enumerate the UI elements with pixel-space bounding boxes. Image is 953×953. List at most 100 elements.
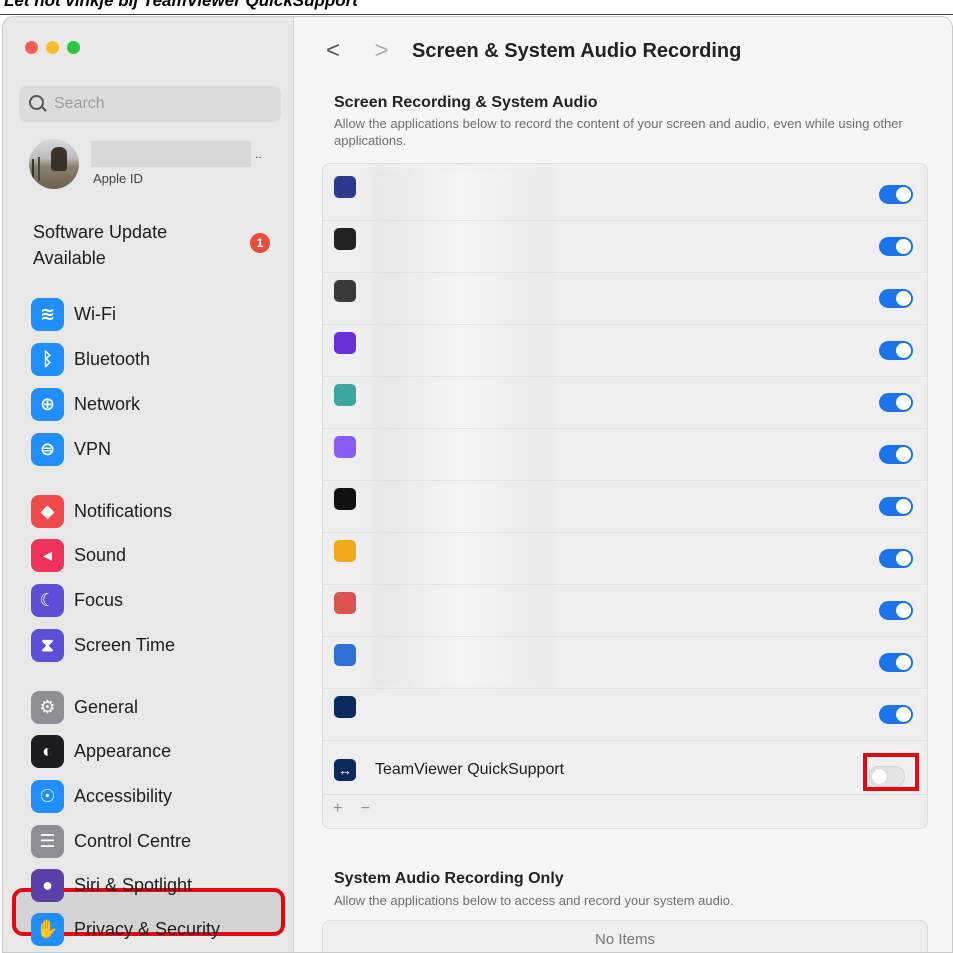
sidebar-item-label: VPN bbox=[74, 438, 112, 459]
apple-id-label: Apple ID bbox=[93, 171, 143, 186]
section-description-audio: Allow the applications below to access a… bbox=[334, 893, 734, 908]
add-button[interactable]: + bbox=[333, 800, 342, 817]
speaker-icon: ◂ bbox=[31, 538, 64, 572]
sidebar-item[interactable]: ☰ Control Centre bbox=[31, 824, 192, 858]
teamviewer-label: TeamViewer QuickSupport bbox=[375, 761, 565, 778]
app-row bbox=[323, 532, 927, 585]
redacted-account-name bbox=[91, 141, 251, 167]
app-icon-9 bbox=[334, 592, 356, 614]
sidebar-item[interactable]: ☉ Accessibility bbox=[31, 779, 173, 813]
permission-toggle[interactable] bbox=[879, 393, 913, 412]
app-icon-6 bbox=[334, 436, 356, 458]
siri-icon: ● bbox=[31, 868, 64, 902]
permission-toggle[interactable] bbox=[879, 653, 913, 672]
sidebar-item-label: Bluetooth bbox=[74, 348, 151, 369]
teamviewer-icon: ↔ bbox=[334, 759, 356, 781]
zoom-window-button[interactable] bbox=[67, 41, 80, 54]
app-icon-5 bbox=[334, 384, 356, 406]
window-controls bbox=[25, 41, 80, 54]
sidebar-item-label: Network bbox=[74, 393, 141, 414]
gear-icon: ⚙ bbox=[31, 690, 64, 724]
permission-toggle[interactable] bbox=[879, 705, 913, 724]
permission-toggle[interactable] bbox=[879, 497, 913, 516]
app-row bbox=[323, 428, 927, 481]
sidebar-item-label: Control Centre bbox=[74, 830, 192, 851]
apple-id-item[interactable]: .. Apple ID bbox=[13, 137, 283, 195]
sidebar-item[interactable]: ⊜ VPN bbox=[31, 432, 112, 466]
app-icon-10 bbox=[334, 644, 356, 666]
hand-icon: ✋ bbox=[31, 912, 64, 946]
navigation-controls: < > bbox=[326, 37, 417, 65]
permission-toggle[interactable] bbox=[879, 237, 913, 256]
accessibility-icon: ☉ bbox=[31, 779, 64, 813]
permission-toggle[interactable] bbox=[879, 289, 913, 308]
sidebar-item[interactable]: ☾ Focus bbox=[31, 583, 123, 617]
app-row bbox=[323, 636, 927, 689]
software-update-item[interactable]: Software Update Available bbox=[33, 219, 233, 271]
permission-toggle[interactable] bbox=[879, 185, 913, 204]
update-count-badge: 1 bbox=[250, 233, 270, 253]
app-row bbox=[323, 168, 927, 221]
appearance-icon: ◐ bbox=[31, 734, 64, 768]
app-row bbox=[323, 220, 927, 273]
app-icon-8 bbox=[334, 540, 356, 562]
app-icon-3 bbox=[334, 280, 356, 302]
bluetooth-icon: ᛒ bbox=[31, 342, 64, 376]
sidebar-item[interactable]: ⚙ General bbox=[31, 690, 139, 724]
hourglass-icon: ⧗ bbox=[31, 628, 64, 662]
back-button[interactable]: < bbox=[326, 37, 368, 65]
app-icon-1 bbox=[334, 176, 356, 198]
search-icon bbox=[29, 95, 44, 110]
app-row bbox=[323, 688, 927, 741]
app-icon-7 bbox=[334, 488, 356, 510]
sidebar-item-label: Accessibility bbox=[74, 785, 173, 806]
globe-icon: ⊕ bbox=[31, 387, 64, 421]
sidebar-item[interactable]: ◂ Sound bbox=[31, 538, 127, 572]
app-list-panel: ↔ TeamViewer QuickSupport + − bbox=[322, 163, 928, 829]
main-content: < > Screen & System Audio Recording Scre… bbox=[294, 17, 952, 952]
permission-toggle[interactable] bbox=[879, 445, 913, 464]
sidebar-item-label: Screen Time bbox=[74, 634, 176, 655]
list-controls: + − bbox=[333, 800, 384, 818]
sidebar-item[interactable]: ✋ Privacy & Security bbox=[31, 912, 221, 946]
wifi-icon: ≋ bbox=[31, 297, 64, 331]
control-centre-icon: ☰ bbox=[31, 824, 64, 858]
sidebar-item[interactable]: ◐ Appearance bbox=[31, 734, 172, 768]
sidebar-item[interactable]: ⊕ Network bbox=[31, 387, 141, 421]
permission-toggle[interactable] bbox=[879, 549, 913, 568]
banner-text: Let not vinkje bij TeamViewer QuickSuppo… bbox=[4, 0, 358, 10]
app-icon-2 bbox=[334, 228, 356, 250]
app-row bbox=[323, 584, 927, 637]
app-row bbox=[323, 480, 927, 533]
annotation-banner: Let not vinkje bij TeamViewer QuickSuppo… bbox=[0, 0, 953, 15]
close-window-button[interactable] bbox=[25, 41, 38, 54]
minimize-window-button[interactable] bbox=[46, 41, 59, 54]
sidebar-item-label: Wi-Fi bbox=[74, 303, 116, 324]
permission-toggle[interactable] bbox=[879, 601, 913, 620]
section-description: Allow the applications below to record t… bbox=[334, 116, 903, 148]
app-row bbox=[323, 324, 927, 377]
app-row bbox=[323, 272, 927, 325]
remove-button[interactable]: − bbox=[361, 800, 370, 817]
sidebar-item-label: Sound bbox=[74, 544, 127, 565]
sidebar-item-label: General bbox=[74, 696, 139, 717]
forward-button[interactable]: > bbox=[375, 37, 417, 65]
section-title-audio: System Audio Recording Only bbox=[334, 870, 564, 887]
teamviewer-toggle[interactable] bbox=[869, 766, 905, 787]
teamviewer-row: ↔ TeamViewer QuickSupport bbox=[323, 746, 927, 795]
account-name-ellipsis: .. bbox=[255, 147, 262, 161]
sidebar-item-label: Appearance bbox=[74, 740, 172, 761]
no-items-list: No Items bbox=[322, 920, 928, 952]
page-title: Screen & System Audio Recording bbox=[412, 40, 742, 62]
sidebar-item-label: Privacy & Security bbox=[74, 918, 221, 939]
avatar bbox=[29, 139, 79, 189]
permission-toggle[interactable] bbox=[879, 341, 913, 360]
sidebar-item[interactable]: ⧗ Screen Time bbox=[31, 628, 176, 662]
sidebar-item[interactable]: ≋ Wi-Fi bbox=[31, 297, 116, 331]
sidebar-item[interactable]: ◆ Notifications bbox=[31, 494, 172, 528]
sidebar-item[interactable]: ● Siri & Spotlight bbox=[31, 868, 192, 902]
search-field[interactable]: Search bbox=[19, 86, 281, 122]
sidebar-item[interactable]: ᛒ Bluetooth bbox=[31, 342, 151, 376]
moon-icon: ☾ bbox=[31, 583, 64, 617]
system-settings-window: Search .. Apple ID Software Update Avail… bbox=[2, 16, 953, 953]
